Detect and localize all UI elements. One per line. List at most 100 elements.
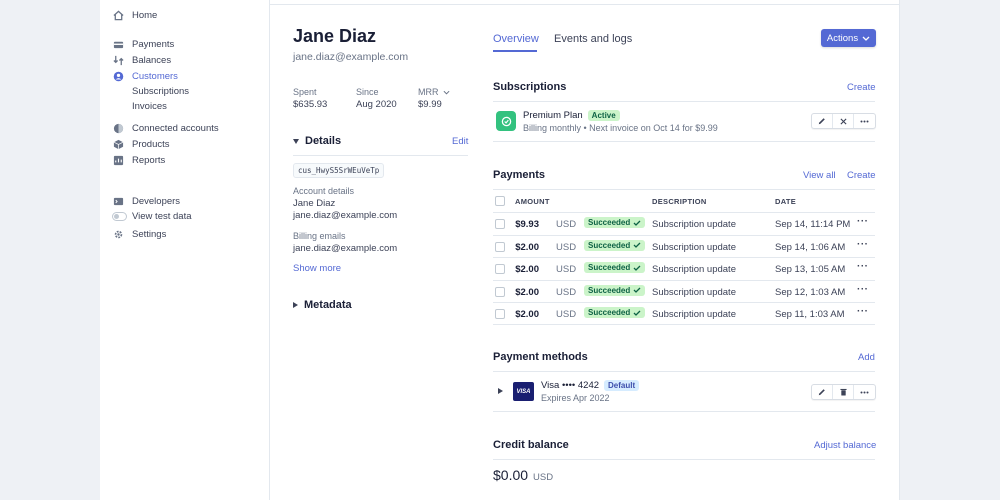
table-row[interactable]: $2.00 USD Succeeded Subscription update Sep …: [493, 279, 875, 302]
plan-icon: [496, 111, 516, 131]
sidebar-item-payments[interactable]: Payments: [112, 38, 174, 50]
home-icon: [112, 9, 124, 21]
credit-balance-amount: $0.00: [493, 467, 529, 483]
payment-amount: $2.00: [515, 286, 539, 298]
payment-currency: USD: [556, 264, 577, 275]
select-all-checkbox[interactable]: [495, 196, 505, 206]
payment-amount: $2.00: [515, 309, 539, 320]
credit-balance-title: Credit balance: [493, 439, 569, 451]
billing-email: jane.diaz@example.com: [293, 243, 398, 254]
payment-date: Sep 14, 11:14 PM: [775, 219, 851, 230]
stat-mrr-label[interactable]: MRR: [418, 87, 450, 97]
column-header-date[interactable]: DATE: [775, 197, 796, 206]
details-toggle[interactable]: Details: [293, 135, 341, 147]
checkmark-icon: [633, 220, 641, 226]
caret-down-icon: [293, 138, 299, 144]
table-row[interactable]: $9.93 USD Succeeded Subscription update Sep …: [493, 212, 875, 234]
actions-button[interactable]: Actions: [821, 29, 876, 47]
delete-card-button[interactable]: [833, 385, 854, 399]
more-icon[interactable]: ···: [857, 261, 869, 272]
sidebar-item-view-test-data[interactable]: View test data: [112, 211, 192, 222]
status-badge: Succeeded: [584, 262, 646, 273]
plan-billing-info: Billing monthly • Next invoice on Oct 14…: [523, 123, 718, 133]
payment-currency: USD: [556, 219, 577, 230]
sidebar-item-label: Home: [132, 9, 158, 21]
expand-card-icon[interactable]: [498, 388, 503, 394]
edit-details-link[interactable]: Edit: [452, 136, 468, 147]
create-payment-link[interactable]: Create: [847, 170, 876, 181]
payment-method-actions: [811, 384, 876, 400]
metadata-toggle[interactable]: Metadata: [293, 299, 352, 311]
payment-currency: USD: [556, 286, 577, 298]
account-email: jane.diaz@example.com: [293, 210, 398, 221]
more-icon[interactable]: ···: [857, 239, 869, 250]
tab-events-and-logs[interactable]: Events and logs: [554, 33, 632, 45]
sidebar-item-label: Settings: [132, 228, 167, 240]
edit-card-button[interactable]: [812, 385, 833, 399]
column-header-description[interactable]: DESCRIPTION: [652, 197, 707, 206]
payment-description: Subscription update: [652, 219, 736, 230]
card-label: Visa •••• 4242: [541, 380, 600, 391]
customer-email: jane.diaz@example.com: [293, 51, 409, 63]
table-row[interactable]: $2.00 USD Succeeded Subscription update Sep …: [493, 302, 875, 324]
edit-subscription-button[interactable]: [812, 114, 833, 128]
more-icon[interactable]: ···: [857, 284, 869, 295]
stat-spent-value: $635.93: [293, 99, 328, 110]
billing-emails-label: Billing emails: [293, 231, 346, 241]
payment-date: Sep 12, 1:03 AM: [775, 286, 846, 298]
sidebar-item-label: Balances: [132, 54, 172, 66]
sidebar-item-connected-accounts[interactable]: Connected accounts: [112, 122, 219, 134]
credit-balance-value: $0.00 USD: [493, 467, 553, 483]
table-row[interactable]: $2.00 USD Succeeded Subscription update Sep …: [493, 234, 875, 257]
more-icon: [860, 120, 869, 122]
card-row[interactable]: Visa •••• 4242 Default: [541, 380, 640, 391]
visa-card-icon: VISA: [513, 382, 534, 401]
sidebar-item-label: Developers: [132, 195, 181, 207]
payment-amount: $2.00: [515, 241, 539, 253]
status-badge: Active: [587, 110, 620, 121]
sidebar-item-invoices[interactable]: Invoices: [132, 101, 167, 112]
sidebar-item-home[interactable]: Home: [112, 9, 157, 21]
payment-methods-bottom-divider: [493, 411, 875, 412]
add-payment-method-link[interactable]: Add: [858, 352, 875, 363]
stat-spent-label: Spent: [293, 87, 317, 97]
cancel-subscription-button[interactable]: [833, 114, 854, 128]
sidebar-item-products[interactable]: Products: [112, 138, 170, 150]
payment-description: Subscription update: [652, 309, 736, 320]
more-subscription-button[interactable]: [854, 114, 875, 128]
sidebar-item-label: View test data: [132, 211, 192, 222]
credit-balance-currency: USD: [533, 472, 554, 483]
tab-overview[interactable]: Overview: [493, 33, 539, 45]
create-subscription-link[interactable]: Create: [847, 82, 876, 93]
table-row[interactable]: $2.00 USD Succeeded Subscription update Sep …: [493, 257, 875, 279]
more-card-button[interactable]: [854, 385, 875, 399]
more-icon[interactable]: ···: [857, 216, 869, 227]
show-more-link[interactable]: Show more: [293, 263, 341, 274]
status-label: Succeeded: [588, 285, 631, 295]
stat-mrr-value: $9.99: [418, 99, 442, 110]
customer-name: Jane Diaz: [293, 26, 377, 46]
status-badge: Succeeded: [584, 284, 646, 296]
more-icon[interactable]: ···: [857, 306, 869, 317]
sidebar-item-customers[interactable]: Customers: [112, 70, 178, 82]
status-label: Succeeded: [588, 263, 631, 272]
sidebar-item-settings[interactable]: Settings: [112, 228, 166, 240]
pencil-icon: [818, 389, 825, 396]
customer-id-chip[interactable]: cus_HwyS5SrWEuVeTp: [293, 163, 385, 178]
checkmark-icon: [633, 310, 641, 316]
sidebar-item-developers[interactable]: Developers: [112, 195, 180, 207]
view-all-payments-link[interactable]: View all: [803, 170, 836, 181]
sidebar-item-label: Customers: [132, 70, 178, 82]
sidebar-item-balances[interactable]: Balances: [112, 54, 171, 66]
chevron-down-icon: [862, 36, 870, 41]
toggle-icon[interactable]: [112, 212, 127, 221]
credit-balance-divider: [493, 459, 875, 460]
sidebar-item-reports[interactable]: Reports: [112, 154, 165, 166]
adjust-balance-link[interactable]: Adjust balance: [814, 440, 876, 451]
sidebar-item-subscriptions[interactable]: Subscriptions: [132, 86, 189, 97]
account-details-label: Account details: [293, 186, 355, 196]
column-header-amount[interactable]: AMOUNT: [515, 197, 550, 206]
plan-row[interactable]: Premium Plan Active: [523, 110, 620, 121]
details-divider: [293, 155, 468, 156]
subscriptions-divider: [493, 101, 875, 102]
